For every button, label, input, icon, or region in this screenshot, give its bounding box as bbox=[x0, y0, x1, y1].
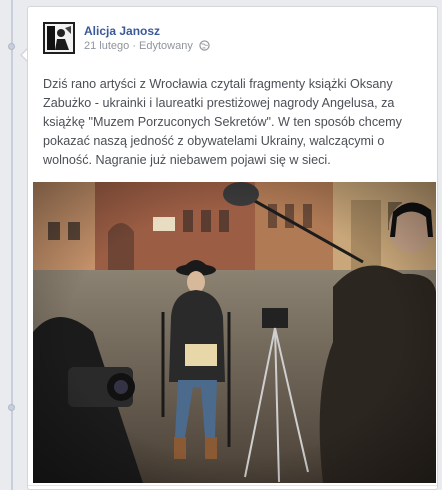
meta-separator: · bbox=[129, 40, 140, 52]
post-photo[interactable] bbox=[33, 182, 436, 483]
post-meta: 21 lutego · Edytowany bbox=[84, 40, 210, 54]
timeline-post: Alicja Janosz 21 lutego · Edytowany Dziś… bbox=[27, 6, 438, 490]
timeline-line bbox=[11, 0, 13, 490]
avatar-picture bbox=[43, 22, 75, 54]
edited-label[interactable]: Edytowany bbox=[139, 40, 193, 52]
author-name-link[interactable]: Alicja Janosz bbox=[84, 24, 160, 38]
post-body-text: Dziś rano artyści z Wrocławia czytali fr… bbox=[43, 77, 402, 167]
post-footer-divider bbox=[28, 485, 437, 486]
globe-icon[interactable] bbox=[199, 40, 210, 54]
timeline-dot bbox=[8, 404, 15, 411]
photo-scene bbox=[33, 182, 436, 483]
timeline-dot bbox=[8, 43, 15, 50]
author-avatar[interactable] bbox=[43, 22, 75, 54]
post-date-link[interactable]: 21 lutego bbox=[84, 40, 129, 52]
